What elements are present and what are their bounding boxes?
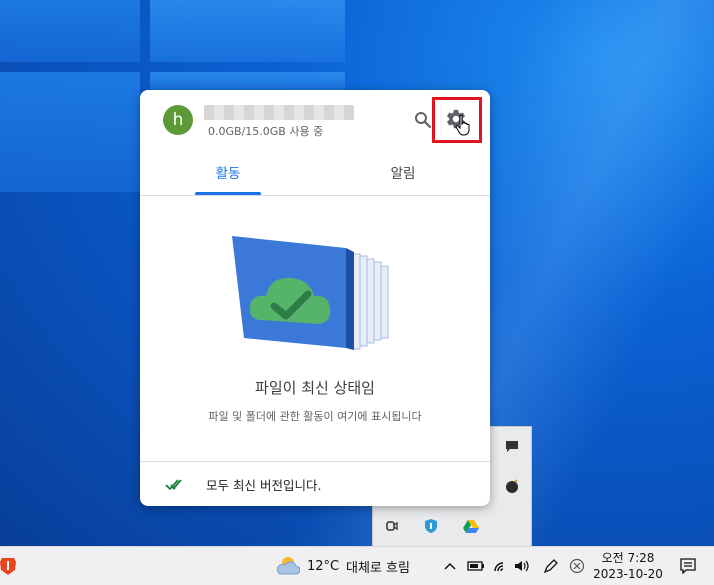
- wallpaper-pane: [0, 0, 140, 62]
- close-circle-icon[interactable]: [569, 547, 585, 585]
- status-footer: 모두 최신 버전입니다.: [140, 461, 490, 506]
- wallpaper-pane: [0, 72, 140, 192]
- notification-center-icon[interactable]: [680, 547, 698, 585]
- weather-temp[interactable]: 12°C: [307, 547, 339, 585]
- pen-icon[interactable]: [543, 547, 559, 585]
- settings-highlight-box: [432, 97, 482, 143]
- chat-bubble-icon[interactable]: [503, 437, 521, 455]
- sync-status-text: 모두 최신 버전입니다.: [206, 478, 322, 493]
- tab-bar: 활동 알림: [140, 148, 490, 196]
- empty-state-title: 파일이 최신 상태임: [255, 379, 375, 397]
- drive-popup: h 0.0GB/15.0GB 사용 중 활동 알림 파일이 최신 상태임 파일 …: [140, 90, 490, 506]
- battery-icon[interactable]: [467, 547, 485, 585]
- avatar[interactable]: h: [163, 105, 193, 135]
- tab-notifications[interactable]: 알림: [370, 148, 436, 195]
- double-check-icon: [165, 476, 187, 492]
- search-icon[interactable]: [413, 110, 433, 130]
- empty-state-subtitle: 파일 및 폴더에 관한 활동이 여기에 표시됩니다: [208, 410, 422, 423]
- wifi-icon[interactable]: [493, 547, 509, 585]
- shield-icon[interactable]: [422, 517, 440, 535]
- weather-cloud-icon[interactable]: [274, 547, 302, 585]
- up-to-date-illustration: [228, 230, 408, 360]
- brave-browser-icon[interactable]: [0, 547, 18, 585]
- bomb-icon[interactable]: [503, 477, 521, 495]
- account-email-blurred: [204, 105, 354, 120]
- google-drive-icon[interactable]: [462, 517, 480, 535]
- taskbar: 12°C 대체로 흐림 오전 7:28 2023-10-20: [0, 546, 714, 585]
- tab-activity[interactable]: 활동: [195, 148, 261, 195]
- clock-date: 2023-10-20: [593, 567, 663, 581]
- taskbar-clock[interactable]: 오전 7:28 2023-10-20: [588, 550, 668, 582]
- clock-time: 오전 7:28: [601, 551, 655, 565]
- weather-description[interactable]: 대체로 흐림: [346, 547, 410, 585]
- camera-tray-icon[interactable]: [383, 517, 401, 535]
- chevron-up-icon[interactable]: [444, 547, 458, 585]
- volume-icon[interactable]: [514, 547, 530, 585]
- hand-cursor-icon: [455, 114, 473, 136]
- storage-usage: 0.0GB/15.0GB 사용 중: [208, 125, 324, 138]
